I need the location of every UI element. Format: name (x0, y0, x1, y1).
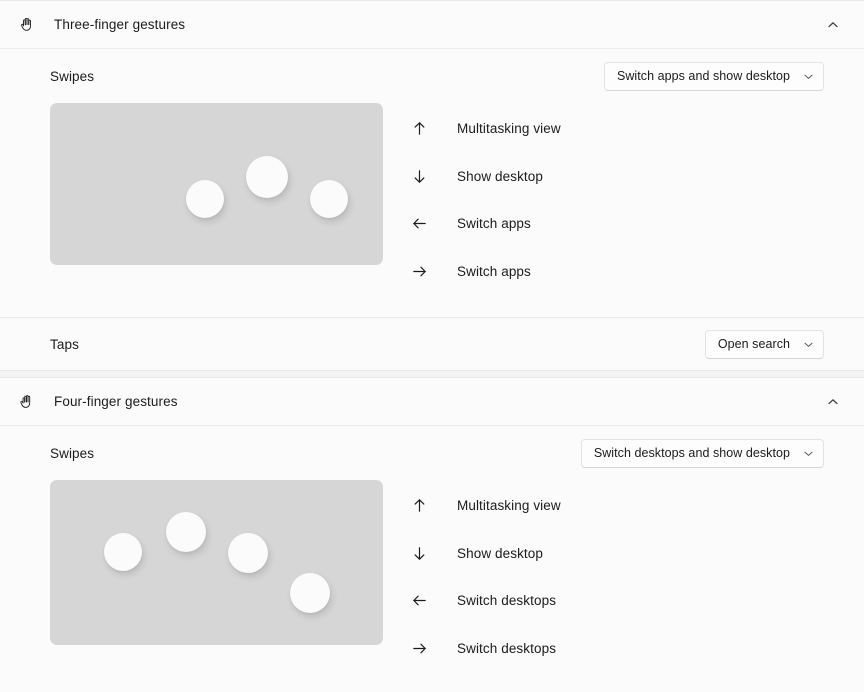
action-item-up: Multitasking view (407, 482, 824, 530)
three-finger-gestures-card: Three-finger gestures Swipes Switch apps… (0, 0, 864, 371)
action-label-right: Switch desktops (457, 640, 557, 656)
action-label-left: Switch desktops (457, 593, 557, 609)
chevron-up-icon[interactable] (818, 10, 848, 40)
three-finger-touchpad-preview (50, 103, 383, 265)
action-label-down: Show desktop (457, 168, 544, 184)
arrow-up-icon (407, 120, 431, 137)
action-label-right: Switch apps (457, 263, 531, 279)
chevron-down-icon (803, 448, 814, 459)
four-finger-gestures-card: Four-finger gestures Swipes Switch deskt… (0, 377, 864, 692)
action-item-down: Show desktop (407, 153, 824, 201)
arrow-right-icon (407, 640, 431, 657)
four-finger-swipes-row: Swipes Switch desktops and show desktop (0, 426, 864, 480)
finger-dot (310, 180, 348, 218)
action-item-down: Show desktop (407, 530, 824, 578)
three-finger-swipes-dropdown[interactable]: Switch apps and show desktop (603, 61, 824, 91)
finger-dot (104, 533, 142, 571)
finger-dot (290, 573, 330, 613)
arrow-left-icon (407, 592, 431, 609)
three-finger-swipes-row: Swipes Switch apps and show desktop (0, 49, 864, 103)
arrow-up-icon (407, 497, 431, 514)
three-finger-gestures-title: Three-finger gestures (54, 17, 186, 32)
four-finger-touchpad-preview (50, 480, 383, 645)
three-finger-actions-list: Multitasking view Show desktop Switch ap… (407, 103, 824, 295)
action-label-down: Show desktop (457, 545, 544, 561)
action-item-right: Switch desktops (407, 625, 824, 673)
action-label-up: Multitasking view (457, 121, 561, 137)
three-finger-swipes-label: Swipes (50, 68, 95, 84)
four-finger-preview-block: Multitasking view Show desktop Switch de… (0, 480, 864, 692)
three-finger-taps-label: Taps (50, 336, 79, 352)
three-finger-taps-dropdown-value: Open search (717, 337, 790, 351)
four-finger-swipes-label: Swipes (50, 445, 95, 461)
four-finger-swipes-dropdown-value: Switch desktops and show desktop (593, 446, 790, 460)
action-label-left: Switch apps (457, 216, 531, 232)
arrow-down-icon (407, 168, 431, 185)
finger-dot (166, 512, 206, 552)
arrow-left-icon (407, 215, 431, 232)
action-item-right: Switch apps (407, 248, 824, 296)
hand-three-finger-icon (14, 15, 40, 34)
chevron-down-icon (803, 71, 814, 82)
three-finger-taps-row: Taps Open search (0, 318, 864, 370)
arrow-down-icon (407, 545, 431, 562)
three-finger-swipes-dropdown-value: Switch apps and show desktop (616, 69, 790, 83)
four-finger-swipes-dropdown[interactable]: Switch desktops and show desktop (580, 438, 824, 468)
four-finger-gestures-header[interactable]: Four-finger gestures (0, 378, 864, 426)
hand-four-finger-icon (14, 392, 40, 411)
action-item-left: Switch apps (407, 200, 824, 248)
action-item-up: Multitasking view (407, 105, 824, 153)
three-finger-taps-dropdown[interactable]: Open search (704, 329, 824, 359)
finger-dot (246, 156, 288, 198)
chevron-down-icon (803, 339, 814, 350)
three-finger-gestures-header[interactable]: Three-finger gestures (0, 1, 864, 49)
four-finger-gestures-title: Four-finger gestures (54, 394, 178, 409)
action-item-left: Switch desktops (407, 577, 824, 625)
action-label-up: Multitasking view (457, 498, 561, 514)
settings-gestures-page: Three-finger gestures Swipes Switch apps… (0, 0, 864, 692)
finger-dot (186, 180, 224, 218)
four-finger-actions-list: Multitasking view Show desktop Switch de… (407, 480, 824, 672)
chevron-up-icon[interactable] (818, 387, 848, 417)
three-finger-preview-block: Multitasking view Show desktop Switch ap… (0, 103, 864, 317)
finger-dot (228, 533, 268, 573)
arrow-right-icon (407, 263, 431, 280)
